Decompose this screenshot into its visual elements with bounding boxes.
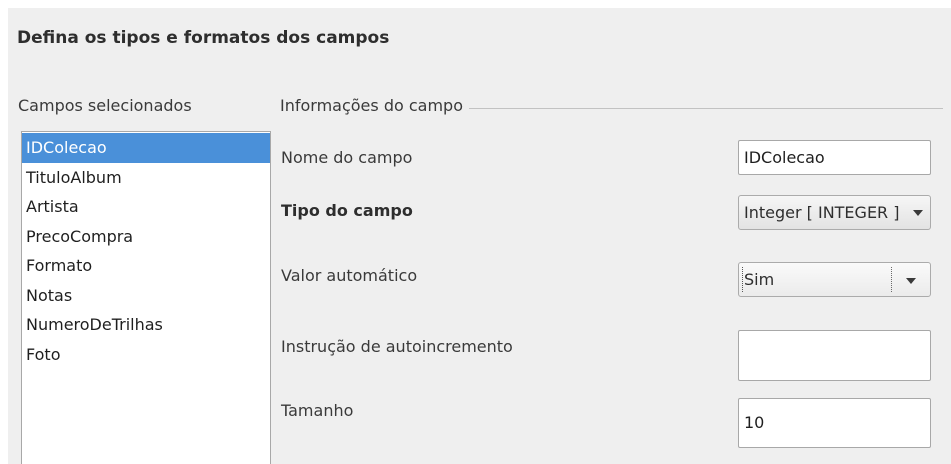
selected-fields-label: Campos selecionados xyxy=(18,96,192,115)
field-type-label: Tipo do campo xyxy=(281,201,413,220)
field-list-item[interactable]: IDColecao xyxy=(22,133,270,163)
field-list-item[interactable]: Artista xyxy=(22,192,270,222)
field-type-value: Integer [ INTEGER ] xyxy=(744,203,900,222)
chevron-down-icon xyxy=(906,278,916,284)
chevron-down-icon xyxy=(913,210,923,216)
field-info-title: Informações do campo xyxy=(280,96,469,115)
length-input[interactable]: 10 xyxy=(738,398,931,448)
autoincrement-label: Instrução de autoincremento xyxy=(281,337,513,356)
field-type-select[interactable]: Integer [ INTEGER ] xyxy=(738,195,931,230)
page-title: Defina os tipos e formatos dos campos xyxy=(17,28,390,48)
auto-value-value: Sim xyxy=(744,270,775,289)
field-list-item[interactable]: NumeroDeTrilhas xyxy=(22,310,270,340)
auto-value-label: Valor automático xyxy=(281,266,418,285)
autoincrement-input[interactable] xyxy=(738,330,931,381)
auto-value-select[interactable]: Sim xyxy=(738,262,931,297)
field-name-label: Nome do campo xyxy=(281,148,413,167)
field-list-item[interactable]: TituloAlbum xyxy=(22,163,270,193)
field-list-item[interactable]: PrecoCompra xyxy=(22,222,270,252)
field-name-input[interactable]: IDColecao xyxy=(738,140,931,175)
field-list-item[interactable]: Foto xyxy=(22,340,270,370)
selected-fields-list[interactable]: IDColecao TituloAlbum Artista PrecoCompr… xyxy=(21,131,271,464)
field-list-item[interactable]: Formato xyxy=(22,251,270,281)
length-label: Tamanho xyxy=(281,401,354,420)
dropdown-separator xyxy=(891,267,893,292)
field-list-item[interactable]: Notas xyxy=(22,281,270,311)
